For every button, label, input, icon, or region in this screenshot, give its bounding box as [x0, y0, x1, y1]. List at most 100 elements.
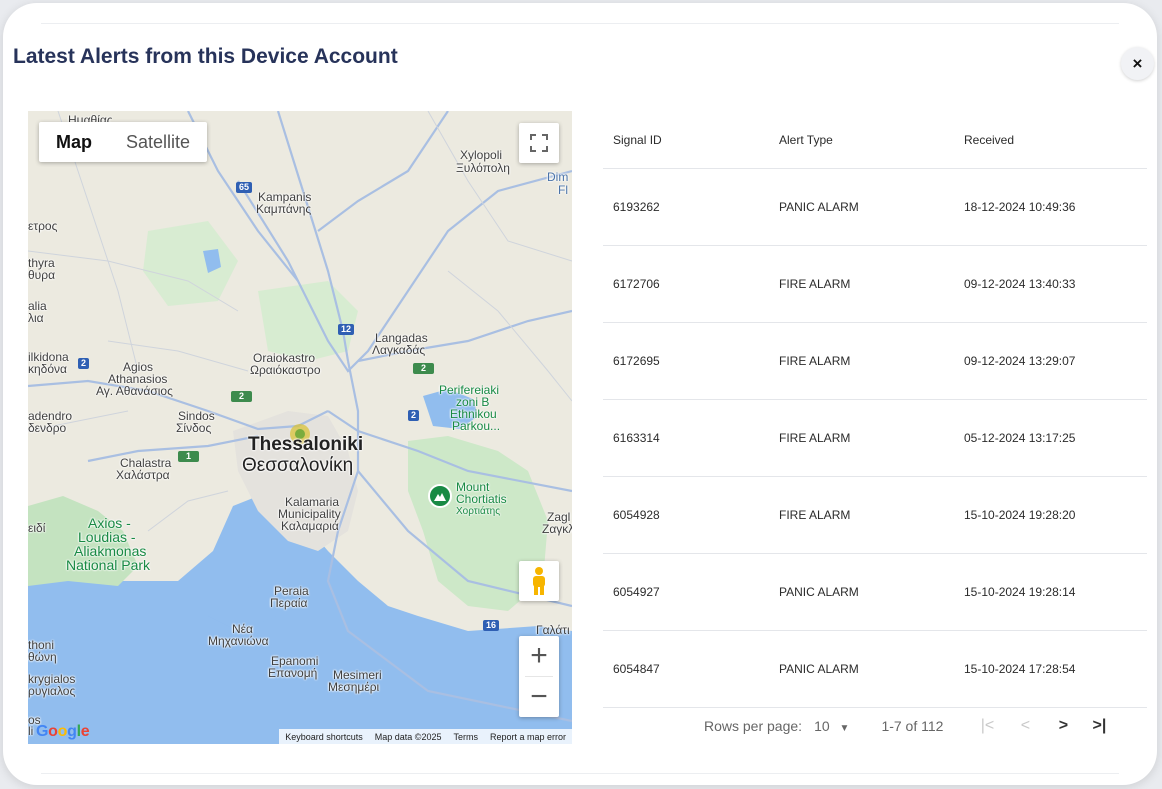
alert-type-cell: FIRE ALARM: [779, 277, 851, 291]
map-type-control: Map Satellite: [39, 122, 208, 162]
signal-id-cell: 6054928: [613, 508, 660, 522]
alert-type-cell: FIRE ALARM: [779, 354, 851, 368]
map-label-park: National Park: [66, 557, 151, 573]
close-button[interactable]: ×: [1121, 47, 1154, 80]
map-label: Καμπάνης: [256, 202, 312, 216]
street-view-button[interactable]: [519, 561, 559, 601]
chevron-right-icon[interactable]: >: [1049, 717, 1077, 735]
table-row[interactable]: 6054927 PANIC ALARM 15-10-2024 19:28:14: [603, 554, 1147, 631]
map-label: θώνη: [28, 650, 57, 664]
rows-per-page-select[interactable]: 10 ▼: [814, 718, 849, 734]
rows-per-page-value: 10: [814, 718, 830, 734]
map-label: li: [28, 724, 34, 738]
map-label: θυρα: [28, 268, 55, 282]
map-label: Chortiatis: [456, 492, 507, 506]
road-shield: 1: [178, 451, 200, 462]
map-label: Γαλάτι: [536, 623, 570, 637]
map-label: Καλαμαριά: [281, 519, 339, 533]
column-header-alert-type[interactable]: Alert Type: [779, 133, 964, 147]
map-attribution: Keyboard shortcuts Map data ©2025 Terms …: [279, 729, 572, 744]
map-label: ετρος: [28, 219, 58, 233]
map-label: Parkou...: [452, 419, 501, 433]
road-shield: 16: [483, 620, 500, 631]
column-header-received[interactable]: Received: [964, 133, 1147, 147]
alerts-table: Signal ID Alert Type Received 6193262 PA…: [603, 111, 1147, 708]
signal-id-cell: 6163314: [613, 431, 660, 445]
caret-down-icon: ▼: [839, 723, 850, 734]
table-row[interactable]: 6193262 PANIC ALARM 18-12-2024 10:49:36: [603, 169, 1147, 246]
received-cell: 05-12-2024 13:17:25: [964, 431, 1076, 445]
road-shield: 2: [231, 391, 253, 402]
map-label: λια: [28, 311, 44, 325]
mountain-icon[interactable]: [428, 484, 452, 508]
map-label: Λαγκαδάς: [372, 343, 426, 357]
map-label-city: Θεσσαλονίκη: [242, 455, 354, 476]
map-label: Μεσημέρι: [328, 680, 380, 694]
zoom-in-button[interactable]: +: [519, 636, 559, 676]
map-data-text: Map data ©2025: [374, 731, 442, 742]
signal-id-cell: 6172695: [613, 354, 660, 368]
map-label: ειδί: [28, 521, 46, 535]
terms-link[interactable]: Terms: [447, 732, 484, 742]
map-label: Xylopoli: [460, 148, 503, 162]
table-row[interactable]: 6172706 FIRE ALARM 09-12-2024 13:40:33: [603, 246, 1147, 323]
alerts-dialog: Latest Alerts from this Device Account ×: [3, 3, 1157, 785]
table-header: Signal ID Alert Type Received: [603, 111, 1147, 169]
google-logo: Google: [36, 723, 90, 740]
table-row[interactable]: 6054847 PANIC ALARM 15-10-2024 17:28:54: [603, 631, 1147, 708]
map-label: κηδόνα: [28, 362, 67, 376]
page-range: 1-7 of 112: [881, 718, 944, 734]
map-label: Χαλάστρα: [116, 468, 170, 482]
map-label: Επανομή: [268, 666, 318, 680]
first-page-icon[interactable]: |<: [973, 717, 1001, 735]
zoom-out-button[interactable]: −: [519, 677, 559, 717]
keyboard-shortcuts-link[interactable]: Keyboard shortcuts: [279, 732, 369, 742]
map-type-satellite-button[interactable]: Satellite: [109, 122, 207, 162]
table-row[interactable]: 6163314 FIRE ALARM 05-12-2024 13:17:25: [603, 400, 1147, 477]
map-label-park: Aliakmonas: [74, 543, 147, 559]
table-row[interactable]: 6054928 FIRE ALARM 15-10-2024 19:28:20: [603, 477, 1147, 554]
map-label: Περαία: [270, 596, 308, 610]
divider: [41, 23, 1119, 24]
road-shield: 12: [338, 324, 355, 335]
road-shield: 2: [408, 410, 420, 421]
map-label-park: Loudias -: [78, 529, 136, 545]
column-header-signal-id[interactable]: Signal ID: [603, 133, 779, 147]
road-shield: 65: [236, 182, 253, 193]
signal-id-cell: 6054927: [613, 585, 660, 599]
report-error-link[interactable]: Report a map error: [484, 732, 572, 742]
map[interactable]: Ημαθίας Xylopoli Ξυλόπολη Dim Fl Kampani…: [28, 111, 572, 744]
map-label-city: Thessaloniki: [248, 434, 364, 455]
map-label: δενδρο: [28, 421, 67, 435]
map-label: Ωραιόκαστρο: [250, 363, 321, 377]
zoom-control: + −: [519, 636, 559, 717]
received-cell: 15-10-2024 17:28:54: [964, 662, 1076, 676]
alert-type-cell: PANIC ALARM: [779, 200, 859, 214]
received-cell: 15-10-2024 19:28:14: [964, 585, 1076, 599]
received-cell: 09-12-2024 13:29:07: [964, 354, 1076, 368]
map-label: Ζαγκλ: [542, 522, 572, 536]
received-cell: 09-12-2024 13:40:33: [964, 277, 1076, 291]
map-label: Αγ. Αθανάσιος: [96, 384, 173, 398]
signal-id-cell: 6172706: [613, 277, 660, 291]
map-label: Σίνδος: [176, 421, 212, 435]
received-cell: 18-12-2024 10:49:36: [964, 200, 1076, 214]
fullscreen-button[interactable]: [519, 123, 559, 163]
last-page-icon[interactable]: >|: [1085, 717, 1113, 735]
map-label: Μηχανιώνα: [208, 634, 269, 648]
fullscreen-icon: [530, 134, 548, 152]
divider: [41, 773, 1119, 774]
table-row[interactable]: 6172695 FIRE ALARM 09-12-2024 13:29:07: [603, 323, 1147, 400]
map-label-park: Axios -: [88, 515, 131, 531]
received-cell: 15-10-2024 19:28:20: [964, 508, 1076, 522]
map-label: Ξυλόπολη: [456, 161, 510, 175]
chevron-left-icon[interactable]: <: [1011, 717, 1039, 735]
dialog-title: Latest Alerts from this Device Account: [13, 45, 398, 68]
map-label: Fl: [558, 183, 568, 197]
road-shield: 2: [413, 363, 435, 374]
map-label: Dim: [547, 170, 569, 184]
map-label: ρυγιαλος: [28, 684, 76, 698]
street-view-pegman-icon: [533, 567, 545, 595]
map-type-map-button[interactable]: Map: [39, 122, 109, 162]
alert-type-cell: FIRE ALARM: [779, 508, 851, 522]
